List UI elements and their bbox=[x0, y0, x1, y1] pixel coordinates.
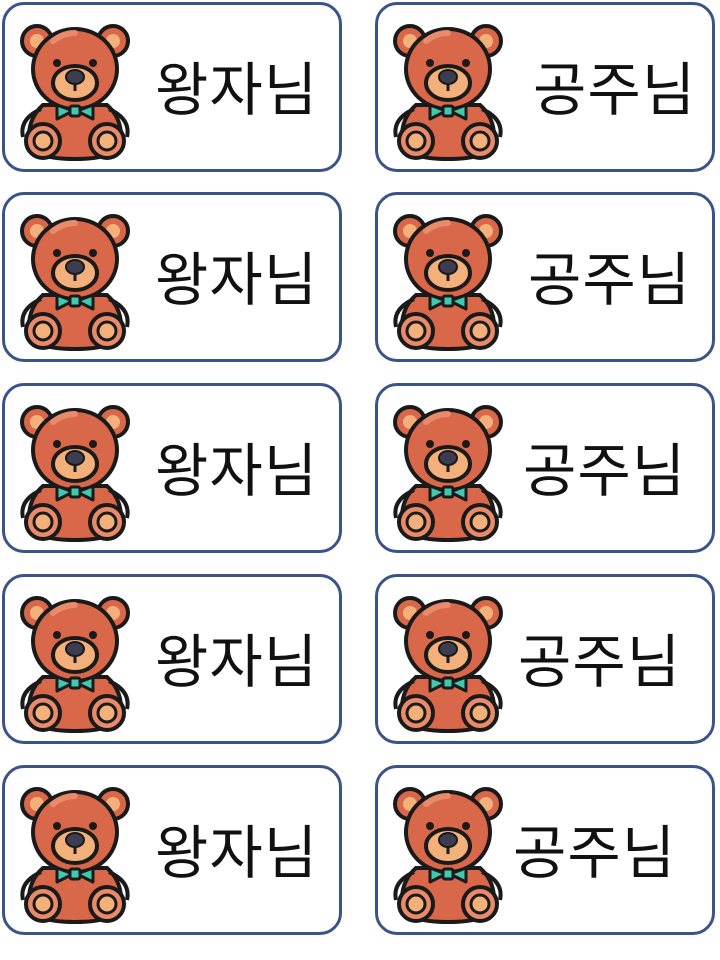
teddy-bear-icon bbox=[13, 400, 137, 544]
teddy-bear-icon bbox=[386, 209, 510, 353]
name-card-prince: 왕자님 bbox=[2, 2, 342, 172]
teddy-bear-icon bbox=[13, 591, 137, 735]
teddy-bear-icon bbox=[386, 400, 510, 544]
teddy-bear-icon bbox=[386, 19, 510, 163]
name-card-princess: 공주님 bbox=[375, 574, 715, 744]
card-label: 왕자님 bbox=[155, 246, 319, 314]
name-card-prince: 왕자님 bbox=[2, 192, 342, 362]
card-label: 공주님 bbox=[528, 246, 692, 314]
name-card-princess: 공주님 bbox=[375, 383, 715, 553]
name-card-prince: 왕자님 bbox=[2, 383, 342, 553]
card-label: 왕자님 bbox=[155, 819, 319, 887]
card-label: 공주님 bbox=[533, 56, 697, 124]
teddy-bear-icon bbox=[386, 782, 510, 926]
name-card-princess: 공주님 bbox=[375, 2, 715, 172]
teddy-bear-icon bbox=[13, 782, 137, 926]
name-card-prince: 왕자님 bbox=[2, 574, 342, 744]
card-label: 왕자님 bbox=[155, 628, 319, 696]
name-card-princess: 공주님 bbox=[375, 192, 715, 362]
card-label: 공주님 bbox=[523, 437, 687, 505]
teddy-bear-icon bbox=[13, 209, 137, 353]
card-label: 왕자님 bbox=[155, 437, 319, 505]
card-label: 공주님 bbox=[513, 819, 677, 887]
teddy-bear-icon bbox=[386, 591, 510, 735]
card-label: 왕자님 bbox=[155, 56, 319, 124]
card-label: 공주님 bbox=[518, 628, 682, 696]
name-card-princess: 공주님 bbox=[375, 765, 715, 935]
name-card-prince: 왕자님 bbox=[2, 765, 342, 935]
teddy-bear-icon bbox=[13, 19, 137, 163]
